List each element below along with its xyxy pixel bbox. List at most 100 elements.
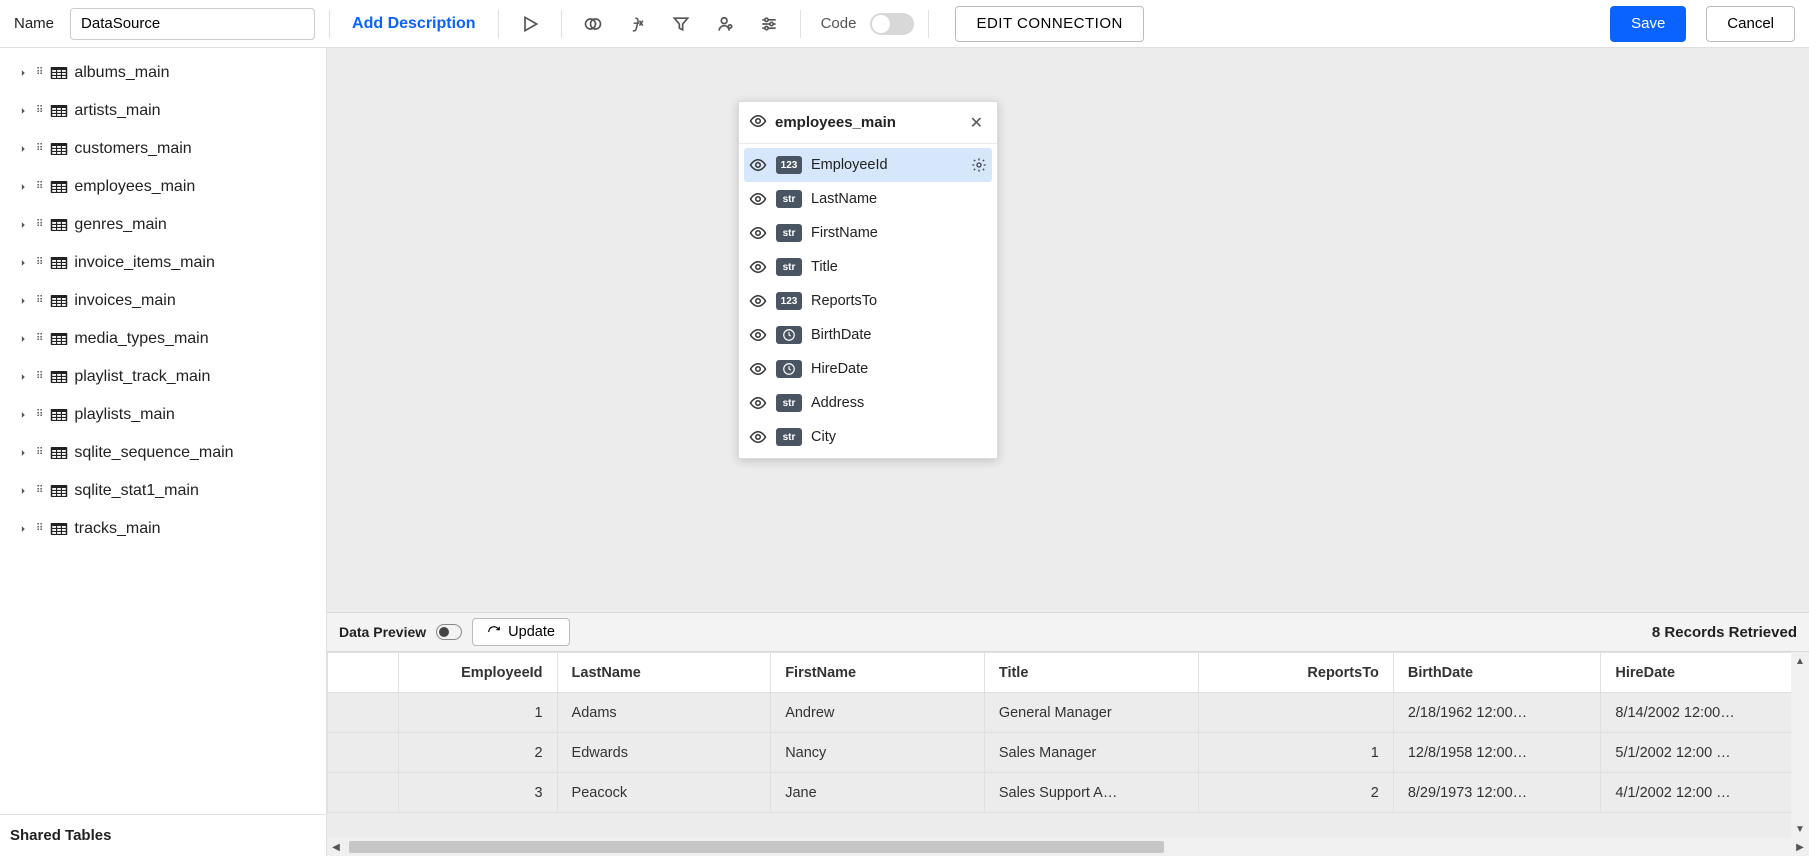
eye-icon[interactable] [749,394,767,412]
table-cell: 2/18/1962 12:00… [1393,693,1601,733]
field-row[interactable]: 123 EmployeeId [744,148,992,182]
scroll-down-icon[interactable]: ▼ [1791,820,1809,838]
tree-item-label: employees_main [74,178,195,196]
drag-handle-icon[interactable]: ⠿ [36,69,44,77]
field-row[interactable]: str FirstName [739,216,997,250]
chevron-right-icon [16,66,30,80]
canvas-area: employees_main ✕ 123 EmployeeId str Last… [327,48,1809,856]
table-cell: 1 [1198,733,1393,773]
field-row[interactable]: 123 ReportsTo [739,284,997,318]
table-header[interactable]: FirstName [771,653,985,693]
name-input[interactable] [70,8,315,40]
drag-handle-icon[interactable]: ⠿ [36,335,44,343]
tree-item[interactable]: ⠿ invoice_items_main [0,244,326,282]
filter-icon[interactable] [664,7,698,41]
eye-icon[interactable] [749,112,767,133]
tree-item[interactable]: ⠿ albums_main [0,54,326,92]
field-name: FirstName [811,225,987,241]
drag-handle-icon[interactable]: ⠿ [36,525,44,533]
field-row[interactable]: str Title [739,250,997,284]
user-icon[interactable] [708,7,742,41]
eye-icon[interactable] [749,360,767,378]
type-badge [776,326,802,344]
table-header[interactable]: ReportsTo [1198,653,1393,693]
field-name: LastName [811,191,987,207]
eye-icon[interactable] [749,224,767,242]
gear-icon[interactable] [971,157,987,173]
chevron-right-icon [16,370,30,384]
horizontal-scrollbar[interactable]: ◀ ▶ [327,838,1809,856]
chevron-right-icon [16,142,30,156]
drag-handle-icon[interactable]: ⠿ [36,411,44,419]
join-icon[interactable] [576,7,610,41]
eye-icon[interactable] [749,428,767,446]
edit-connection-button[interactable]: EDIT CONNECTION [955,6,1143,42]
preview-toggle[interactable] [436,624,462,640]
table-row[interactable]: 2EdwardsNancySales Manager112/8/1958 12:… [328,733,1809,773]
drag-handle-icon[interactable]: ⠿ [36,107,44,115]
eye-icon[interactable] [749,190,767,208]
vertical-scrollbar[interactable]: ▲ ▼ [1791,652,1809,838]
chevron-right-icon [16,408,30,422]
drag-handle-icon[interactable]: ⠿ [36,297,44,305]
table-header[interactable]: LastName [557,653,771,693]
table-header[interactable]: BirthDate [1393,653,1601,693]
function-icon[interactable] [620,7,654,41]
tree-item[interactable]: ⠿ genres_main [0,206,326,244]
field-row[interactable]: HireDate [739,352,997,386]
scroll-right-icon[interactable]: ▶ [1791,842,1809,853]
drag-handle-icon[interactable]: ⠿ [36,373,44,381]
tree-item-label: genres_main [74,216,167,234]
close-icon[interactable]: ✕ [966,111,987,135]
update-button[interactable]: Update [472,618,570,646]
table-header[interactable]: EmployeeId [398,653,557,693]
scrollbar-thumb[interactable] [349,841,1164,853]
add-description-button[interactable]: Add Description [344,15,484,33]
eye-icon[interactable] [749,258,767,276]
table-icon [50,66,68,80]
field-name: Title [811,259,987,275]
cancel-button[interactable]: Cancel [1706,6,1795,42]
tree-item[interactable]: ⠿ sqlite_sequence_main [0,434,326,472]
run-icon[interactable] [513,7,547,41]
drag-handle-icon[interactable]: ⠿ [36,487,44,495]
code-label: Code [821,15,857,32]
table-header[interactable] [328,653,399,693]
drag-handle-icon[interactable]: ⠿ [36,259,44,267]
tree-item[interactable]: ⠿ playlists_main [0,396,326,434]
chevron-right-icon [16,332,30,346]
eye-icon[interactable] [749,292,767,310]
tree-item[interactable]: ⠿ invoices_main [0,282,326,320]
tree-item[interactable]: ⠿ media_types_main [0,320,326,358]
field-row[interactable]: str City [739,420,997,454]
eye-icon[interactable] [749,326,767,344]
scroll-left-icon[interactable]: ◀ [327,842,345,853]
tree-item[interactable]: ⠿ customers_main [0,130,326,168]
drag-handle-icon[interactable]: ⠿ [36,221,44,229]
drag-handle-icon[interactable]: ⠿ [36,145,44,153]
tree-item[interactable]: ⠿ artists_main [0,92,326,130]
tree-item-label: playlist_track_main [74,368,210,386]
scroll-up-icon[interactable]: ▲ [1791,652,1809,670]
shared-tables-header[interactable]: Shared Tables [0,814,326,856]
table-cell: Jane [771,773,985,813]
field-row[interactable]: BirthDate [739,318,997,352]
drag-handle-icon[interactable]: ⠿ [36,449,44,457]
tree-item[interactable]: ⠿ tracks_main [0,510,326,548]
eye-icon[interactable] [749,156,767,174]
drag-handle-icon[interactable]: ⠿ [36,183,44,191]
table-icon [50,142,68,156]
tree-item[interactable]: ⠿ sqlite_stat1_main [0,472,326,510]
table-row[interactable]: 3PeacockJaneSales Support A…28/29/1973 1… [328,773,1809,813]
table-header[interactable]: Title [984,653,1198,693]
settings-icon[interactable] [752,7,786,41]
table-header[interactable]: HireDate [1601,653,1809,693]
canvas-stage[interactable]: employees_main ✕ 123 EmployeeId str Last… [327,48,1809,612]
tree-item[interactable]: ⠿ playlist_track_main [0,358,326,396]
table-row[interactable]: 1AdamsAndrewGeneral Manager2/18/1962 12:… [328,693,1809,733]
code-toggle[interactable] [870,13,914,35]
save-button[interactable]: Save [1610,6,1686,42]
field-row[interactable]: str LastName [739,182,997,216]
field-row[interactable]: str Address [739,386,997,420]
tree-item[interactable]: ⠿ employees_main [0,168,326,206]
